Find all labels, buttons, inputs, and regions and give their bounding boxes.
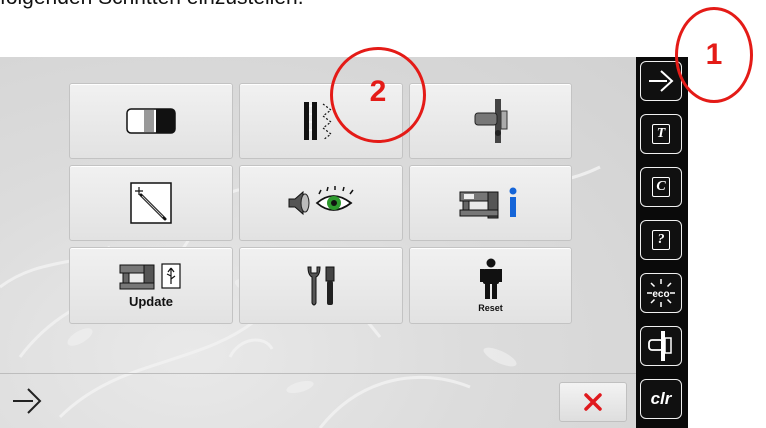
- cursor-icon: C: [652, 177, 670, 197]
- setup-panel: Update Reset: [0, 57, 636, 428]
- touchscreen-calibration-tile[interactable]: [69, 165, 233, 241]
- sound-and-display-icon: [288, 186, 354, 216]
- close-button[interactable]: [559, 382, 627, 422]
- annotation-number-2: 2: [369, 75, 387, 108]
- machine-info-tile[interactable]: [409, 165, 572, 241]
- service-tools-tile[interactable]: [239, 247, 403, 324]
- back-button[interactable]: [8, 384, 48, 418]
- clr-button[interactable]: clr: [640, 379, 682, 419]
- screen-contrast-tile[interactable]: [69, 83, 233, 159]
- screen-contrast-icon: [126, 108, 176, 134]
- text-button[interactable]: T: [640, 114, 682, 154]
- machine-usb-update-icon: [119, 263, 181, 290]
- update-tile[interactable]: Update: [69, 247, 233, 324]
- update-label: Update: [128, 294, 174, 309]
- sound-display-tile[interactable]: [239, 165, 403, 241]
- help-icon: ?: [652, 230, 670, 250]
- person-reset-icon: [479, 258, 502, 299]
- right-function-bar: T C ? eco clr: [636, 57, 688, 428]
- clr-label: clr: [650, 389, 672, 408]
- presser-foot-mode-button[interactable]: [640, 326, 682, 366]
- machine-info-icon: [459, 187, 516, 219]
- eco-button[interactable]: eco: [640, 273, 682, 313]
- touchscreen-calibration-icon: [130, 182, 172, 224]
- annotation-number-1: 1: [705, 38, 723, 71]
- home-arrow-icon: [649, 70, 674, 92]
- presser-foot-icon: [474, 99, 507, 143]
- service-tools-icon: [307, 266, 335, 305]
- settings-grid: Update Reset: [69, 83, 572, 324]
- eco-icon: eco: [647, 279, 675, 307]
- presser-foot-mode-icon: [648, 331, 672, 361]
- reset-label: Reset: [478, 303, 503, 313]
- caption-text: folgenden Schritten einzustellen.: [0, 0, 304, 10]
- annotation-circle-2: 2: [330, 47, 426, 143]
- bottom-bar: [0, 374, 636, 428]
- close-x-icon: [584, 393, 602, 411]
- text-icon: T: [652, 124, 670, 144]
- cursor-button[interactable]: C: [640, 167, 682, 207]
- factory-reset-tile[interactable]: Reset: [409, 247, 572, 324]
- annotation-circle-1: 1: [675, 7, 753, 103]
- help-button[interactable]: ?: [640, 220, 682, 260]
- eco-label: eco: [652, 289, 669, 300]
- back-arrow-icon: [13, 388, 42, 414]
- presser-foot-tile[interactable]: [409, 83, 572, 159]
